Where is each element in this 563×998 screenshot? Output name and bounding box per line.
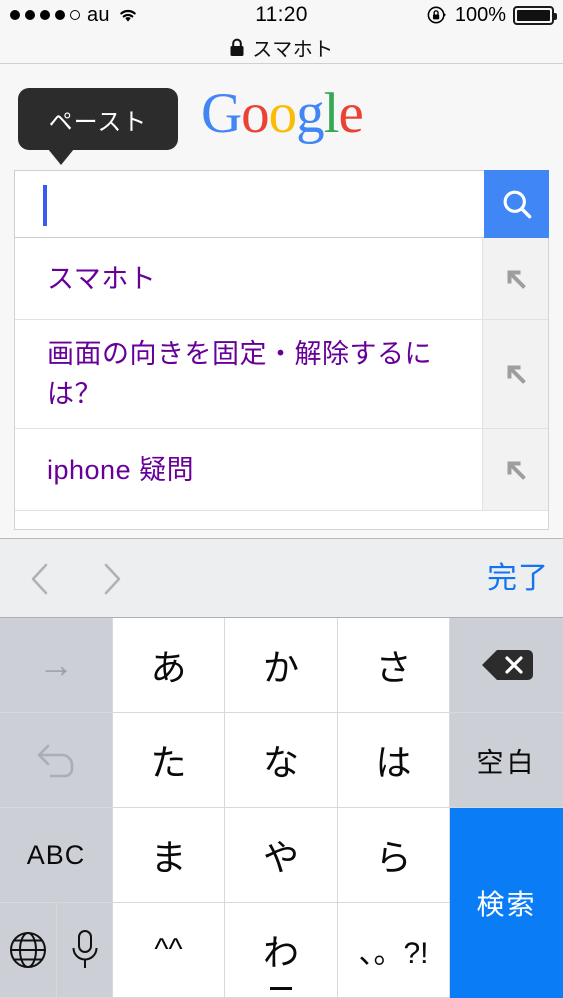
key-ha[interactable]: は (338, 713, 450, 808)
chevron-right-icon (104, 563, 121, 595)
list-item[interactable]: 画面の向きを固定・解除するには？ (15, 320, 548, 429)
status-bar-right: 100% (426, 4, 557, 26)
paste-tooltip[interactable]: ペースト (18, 88, 178, 165)
list-item-partial[interactable] (15, 511, 548, 529)
suggestion-insert-button[interactable] (482, 429, 548, 510)
key-wa[interactable]: わ (225, 903, 338, 998)
key-mic[interactable] (57, 903, 113, 998)
list-item[interactable]: スマホト (15, 238, 548, 320)
suggestion-text-partial (15, 511, 548, 529)
battery-percent-label: 100% (454, 4, 506, 26)
key-space[interactable]: 空白 (450, 713, 563, 808)
arrow-up-left-icon (507, 461, 526, 480)
lock-icon (230, 38, 244, 56)
suggestion-insert-button[interactable] (482, 238, 548, 319)
key-search-label: 検索 (476, 889, 537, 920)
key-ma-label: ま (150, 837, 187, 878)
key-punctuation[interactable]: 、。?! (338, 903, 450, 998)
key-emoji-label: ^^ (154, 933, 183, 966)
key-wa-label: わ (263, 924, 299, 990)
key-backspace[interactable] (450, 618, 563, 713)
key-ra[interactable]: ら (338, 808, 450, 903)
key-next-candidate[interactable]: → (0, 618, 113, 713)
key-na[interactable]: な (225, 713, 338, 808)
key-search[interactable]: 検索 (450, 808, 563, 998)
key-sa-label: さ (375, 647, 412, 688)
battery-icon (513, 5, 557, 25)
suggestion-insert-button[interactable] (482, 320, 548, 428)
key-space-label: 空白 (476, 747, 537, 778)
search-magnifier-icon (503, 190, 531, 219)
search-row (0, 170, 563, 238)
key-ya-label: や (262, 837, 299, 878)
key-ha-label: は (375, 742, 412, 783)
key-ka-label: か (262, 647, 299, 688)
done-button[interactable]: 完了 (487, 555, 549, 603)
search-submit-button[interactable] (484, 170, 549, 238)
page-title-bar: スマホト (0, 31, 563, 64)
logo-row: Google ペースト (0, 65, 563, 170)
key-abc-label: ABC (26, 839, 86, 870)
key-abc[interactable]: ABC (0, 808, 113, 903)
list-item[interactable]: iphone 疑問 (15, 429, 548, 511)
google-logo: Google (201, 82, 364, 145)
key-ta[interactable]: た (113, 713, 225, 808)
keyboard-accessory-bar: 完了 (0, 538, 563, 618)
key-sa[interactable]: さ (338, 618, 450, 713)
next-field-button[interactable] (92, 559, 132, 599)
arrow-up-left-icon (507, 365, 526, 384)
key-next-candidate-label: → (38, 644, 74, 685)
chevron-left-icon (31, 563, 48, 595)
suggestion-list: スマホト 画面の向きを固定・解除するには？ iphone 疑問 (14, 238, 549, 530)
suggestion-text: 画面の向きを固定・解除するには？ (47, 339, 432, 409)
microphone-icon (72, 930, 97, 968)
status-bar: au 11:20 100% (0, 0, 563, 31)
key-ma[interactable]: ま (113, 808, 225, 903)
arrow-up-left-icon (507, 270, 526, 289)
page-title: スマホト (252, 38, 334, 61)
key-a-label: あ (150, 647, 187, 688)
key-ka[interactable]: か (225, 618, 338, 713)
key-punctuation-label: 、。?! (358, 937, 429, 970)
key-ya[interactable]: や (225, 808, 338, 903)
key-na-label: な (262, 742, 299, 783)
key-undo[interactable] (0, 713, 113, 808)
search-input[interactable] (14, 170, 484, 238)
suggestion-text: スマホト (47, 263, 157, 294)
japanese-keyboard: → あ か さ た な は 空白 ABC ま や ら 検索 ^^ わ 、。?! (0, 618, 563, 998)
paste-tooltip-label: ペースト (48, 108, 148, 136)
rotation-lock-icon (427, 6, 446, 24)
key-a[interactable]: あ (113, 618, 225, 713)
globe-icon (10, 932, 46, 968)
undo-icon (37, 744, 74, 778)
previous-field-button[interactable] (20, 559, 60, 599)
backspace-icon (481, 650, 533, 680)
key-globe[interactable] (0, 903, 57, 998)
phone-screen: au 11:20 100% スマホト Google ペースト スマホト 画面の向… (0, 0, 563, 998)
suggestion-text: iphone 疑問 (47, 454, 195, 485)
key-ta-label: た (150, 742, 187, 783)
key-ra-label: ら (375, 837, 412, 878)
web-content: Google ペースト スマホト 画面の向きを固定・解除するには？ iphone… (0, 65, 563, 538)
text-caret (43, 185, 47, 226)
key-emoji[interactable]: ^^ (113, 903, 225, 998)
